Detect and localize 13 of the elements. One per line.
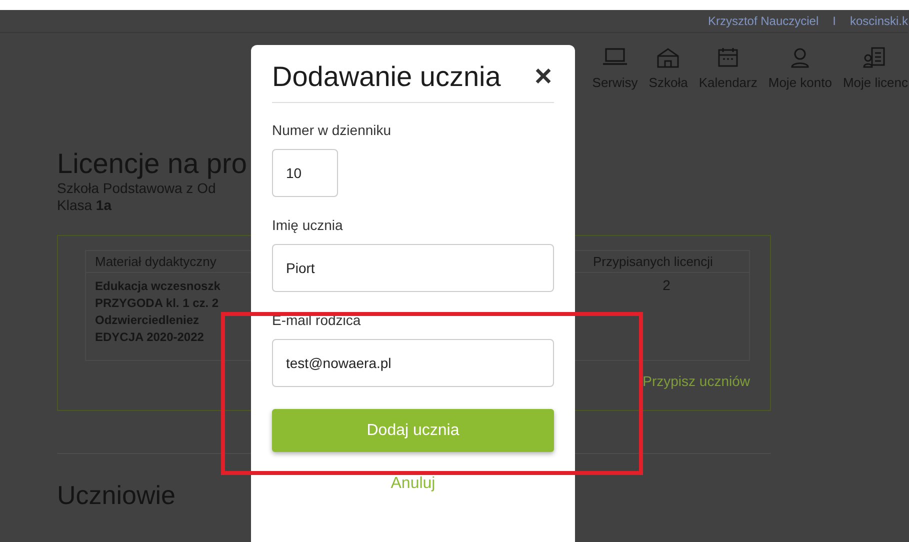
field-label: Numer w dzienniku [272,122,392,138]
separator: I [832,14,836,28]
input-field[interactable]: 10 [272,149,338,197]
assign-students-link[interactable]: Przypisz uczniów [642,373,750,389]
cancel-link[interactable]: Anuluj [386,473,440,495]
login-name: koscinski.k [850,14,908,28]
dialog-title: Dodawanie ucznia [272,61,501,93]
input-field[interactable]: Piort [272,244,554,292]
input-field[interactable]: test@nowaera.pl [272,339,554,387]
user-name[interactable]: Krzysztof Nauczyciel [708,14,819,28]
close-button[interactable]: × [532,63,554,91]
field-label: Imię ucznia [272,217,344,233]
add-student-button[interactable]: Dodaj ucznia [272,409,554,452]
